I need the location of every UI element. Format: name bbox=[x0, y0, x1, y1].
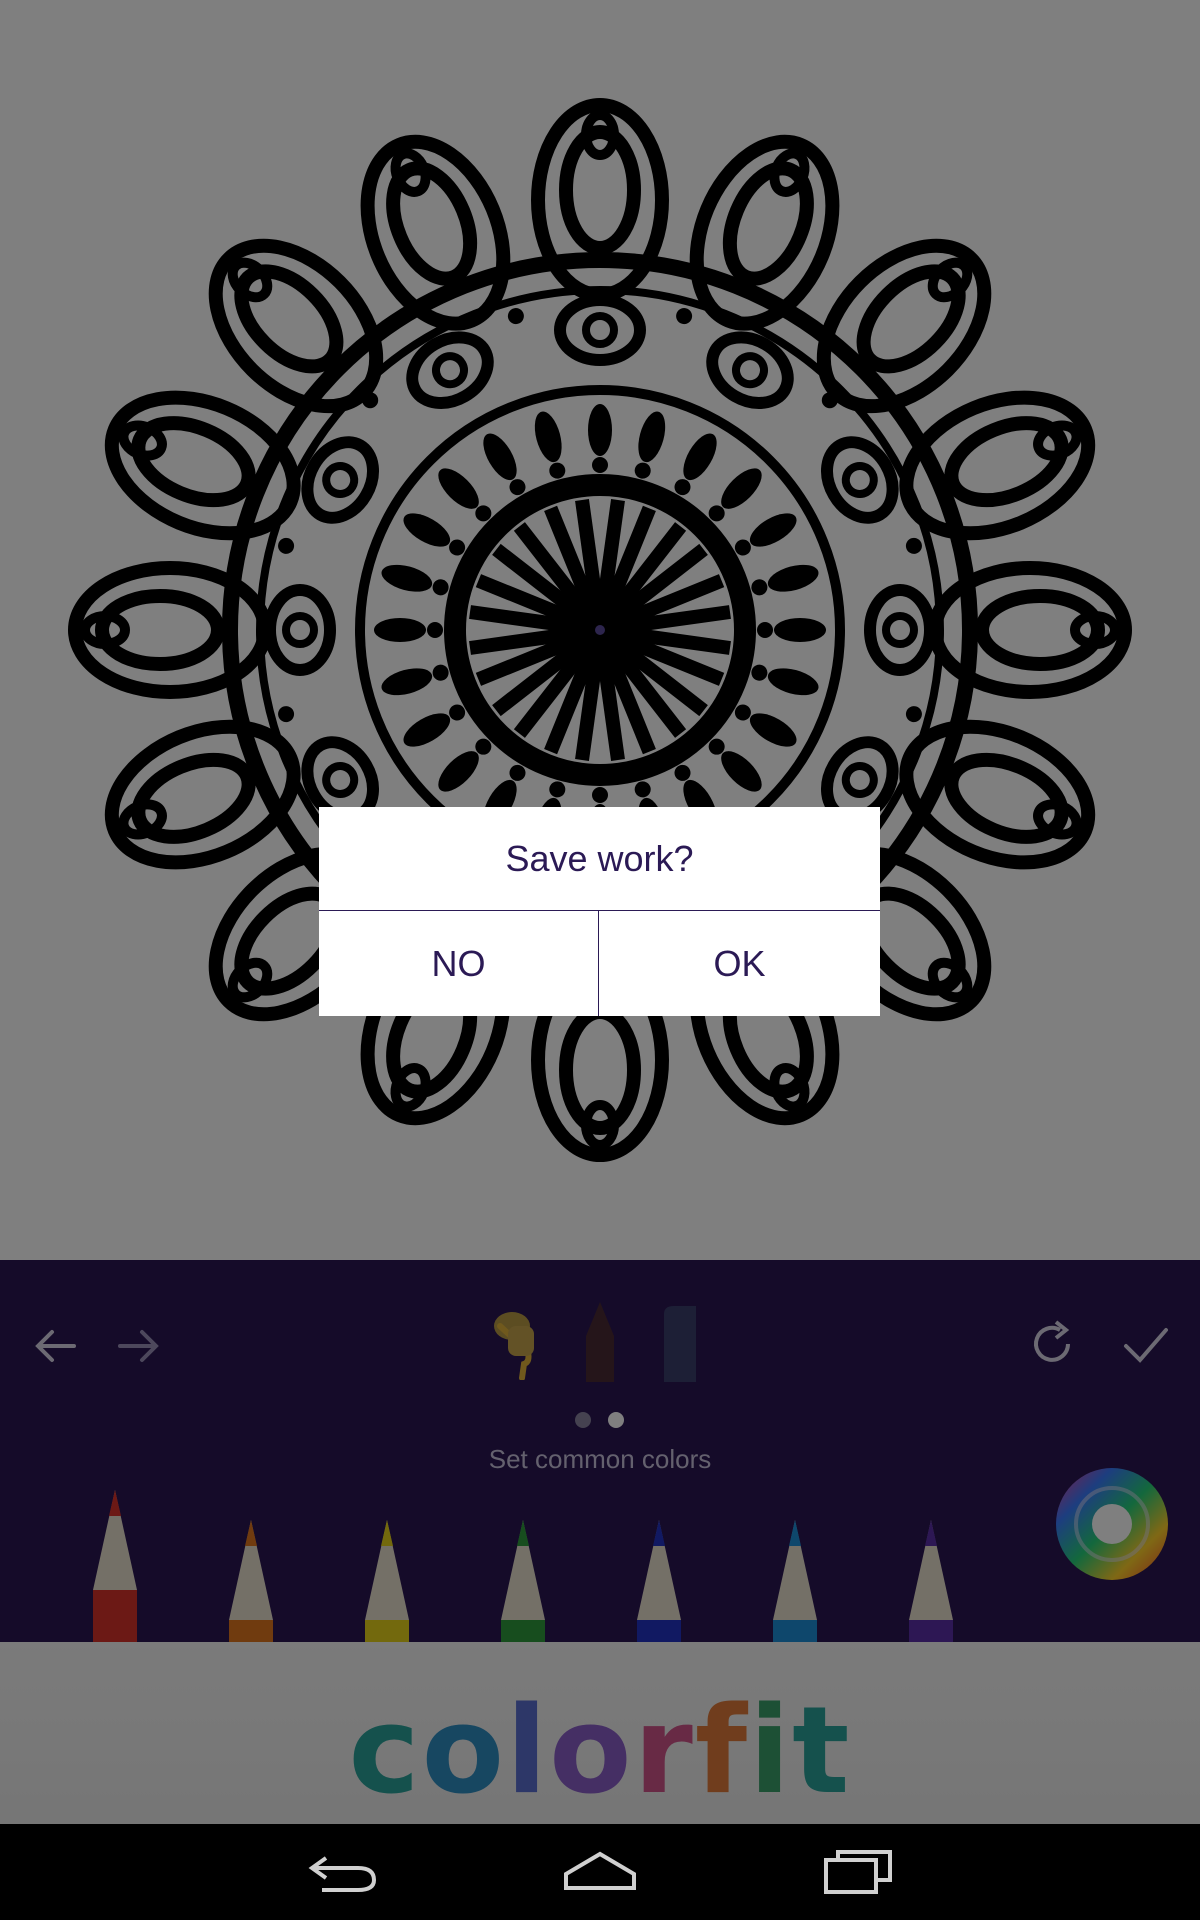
recents-icon[interactable] bbox=[822, 1846, 894, 1898]
ok-button[interactable]: OK bbox=[599, 911, 880, 1016]
save-dialog: Save work? NO OK bbox=[319, 807, 880, 1016]
system-navbar bbox=[0, 1824, 1200, 1920]
dialog-title: Save work? bbox=[319, 807, 880, 911]
home-icon[interactable] bbox=[562, 1850, 638, 1894]
no-button[interactable]: NO bbox=[319, 911, 599, 1016]
back-icon[interactable] bbox=[308, 1850, 380, 1894]
